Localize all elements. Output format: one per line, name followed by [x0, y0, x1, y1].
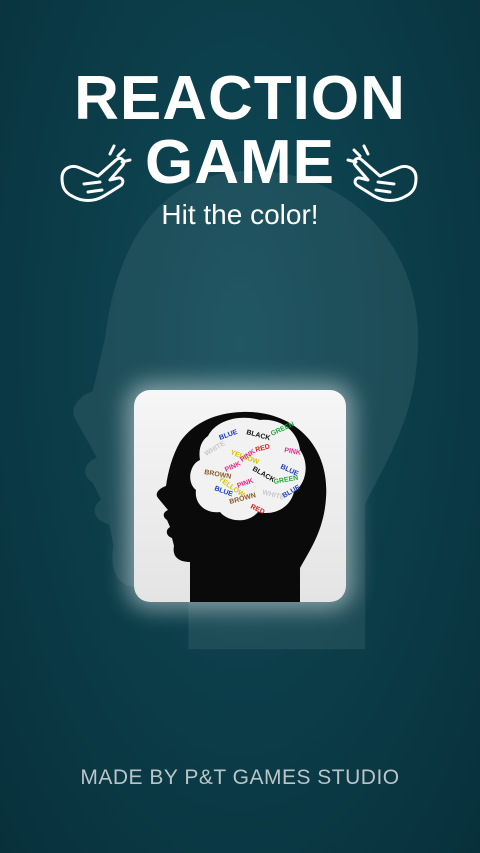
tap-hand-icon [60, 144, 132, 202]
subtitle: Hit the color! [161, 199, 319, 230]
app-logo[interactable]: BLUE BLACK GREEN PINK WHITE YELLOW RED BLUE BROW… [134, 390, 346, 602]
brain-head-icon: BLUE BLACKGREENPINKWHITE YELLOWREDBLUEBROW… [156, 411, 327, 602]
title-line-1: REACTION [74, 64, 406, 133]
studio-credit: MADE BY P&T GAMES STUDIO [80, 766, 400, 789]
tap-hand-icon [346, 144, 418, 202]
